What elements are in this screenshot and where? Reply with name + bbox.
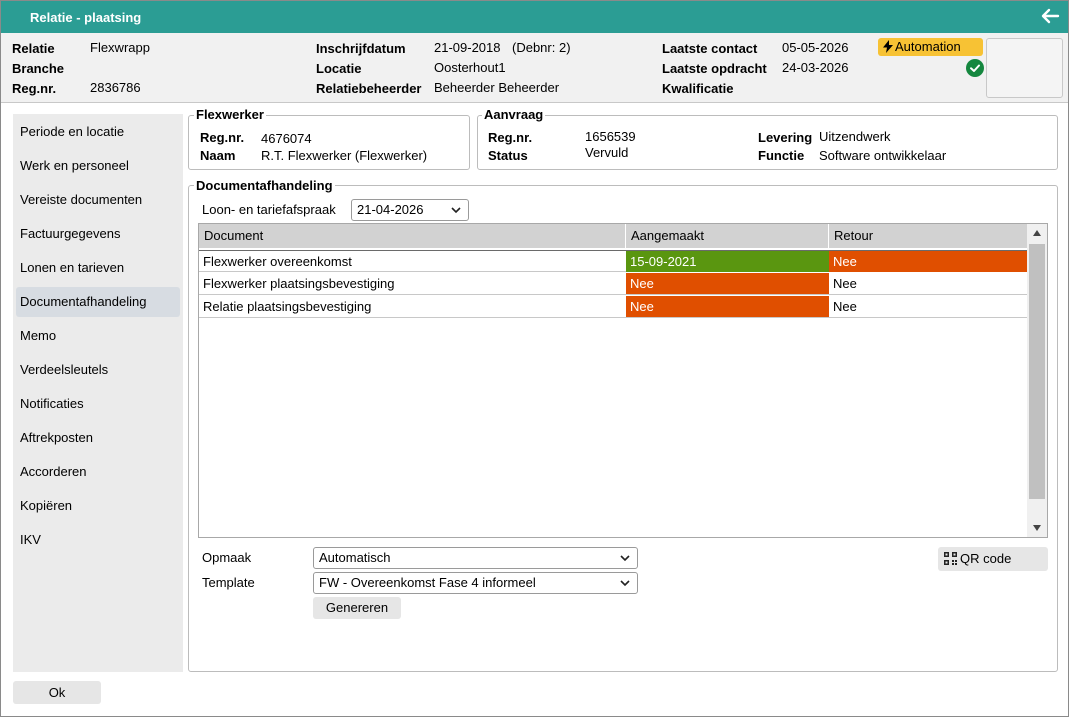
flexwerker-regnr-label: Reg.nr. [200,130,245,145]
sidebar-item-factuurgegevens[interactable]: Factuurgegevens [16,219,180,249]
opmaak-label: Opmaak [202,550,252,565]
scroll-up-icon[interactable] [1033,230,1041,236]
laatste-contact-value: 05-05-2026 [782,40,849,55]
relatie-label: Relatie [12,41,55,56]
aanvraag-status-label: Status [488,148,528,163]
aanvraag-legend: Aanvraag [482,107,546,122]
sidebar-item-werk-en-personeel[interactable]: Werk en personeel [16,151,180,181]
sidebar-item-memo[interactable]: Memo [16,321,180,351]
laatste-opdracht-label: Laatste opdracht [662,61,767,76]
scrollbar-thumb[interactable] [1029,244,1045,499]
column-header-document[interactable]: Document [199,224,626,248]
column-header-aangemaakt[interactable]: Aangemaakt [626,224,829,248]
loon-tariefafspraak-select[interactable]: 21-04-2026 [351,199,469,221]
flexwerker-naam-value: R.T. Flexwerker (Flexwerker) [261,148,428,163]
branche-label: Branche [12,61,65,76]
table-row[interactable]: Flexwerker overeenkomst 15-09-2021 Nee [199,250,1027,272]
qr-code-button[interactable]: QR code [938,547,1048,571]
photo-placeholder[interactable] [986,38,1063,98]
locatie-label: Locatie [316,61,362,76]
table-row[interactable]: Flexwerker plaatsingsbevestiging Nee Nee [199,273,1027,295]
flexwerker-naam-label: Naam [200,148,236,163]
lightning-icon [883,40,893,53]
cell-document: Flexwerker plaatsingsbevestiging [203,276,395,291]
automation-badge: Automation [878,38,983,56]
regnr-label: Reg.nr. [12,81,57,96]
aanvraag-regnr-label: Reg.nr. [488,130,533,145]
scroll-down-icon[interactable] [1033,525,1041,531]
loon-tariefafspraak-value: 21-04-2026 [357,202,424,217]
locatie-value: Oosterhout1 [434,60,506,75]
cell-aangemaakt: Nee [626,273,829,294]
template-value: FW - Overeenkomst Fase 4 informeel [319,575,536,590]
ok-button[interactable]: Ok [13,681,101,704]
window-title: Relatie - plaatsing [30,10,142,25]
kwalificatie-label: Kwalificatie [662,81,734,96]
debnr-value: (Debnr: 2) [512,40,571,55]
sidebar-item-kopieren[interactable]: Kopiëren [16,491,180,521]
chevron-down-icon [451,207,461,214]
relatie-value: Flexwrapp [90,40,150,55]
cell-retour: Nee [833,276,857,291]
relatiebeheerder-value: Beheerder Beheerder [434,80,560,95]
sidebar-nav: Periode en locatie Werk en personeel Ver… [13,114,183,672]
sidebar-item-notificaties[interactable]: Notificaties [16,389,180,419]
template-select[interactable]: FW - Overeenkomst Fase 4 informeel [313,572,638,594]
aanvraag-status-value: Vervuld [585,145,629,160]
sidebar-item-vereiste-documenten[interactable]: Vereiste documenten [16,185,180,215]
opmaak-select[interactable]: Automatisch [313,547,638,569]
header-info-panel: Relatie Flexwrapp Branche Reg.nr. 283678… [1,33,1068,103]
opmaak-value: Automatisch [319,550,391,565]
relatiebeheerder-label: Relatiebeheerder [316,81,422,96]
qr-code-button-label: QR code [960,551,1012,566]
cell-retour: Nee [829,251,1027,272]
sidebar-item-lonen-en-tarieven[interactable]: Lonen en tarieven [16,253,180,283]
sidebar-item-verdeelsleutels[interactable]: Verdeelsleutels [16,355,180,385]
sidebar-item-accorderen[interactable]: Accorderen [16,457,180,487]
genereren-button-label: Genereren [325,600,389,615]
cell-document: Relatie plaatsingsbevestiging [203,299,372,314]
table-row[interactable]: Relatie plaatsingsbevestiging Nee Nee [199,296,1027,318]
inschrijfdatum-label: Inschrijfdatum [316,41,406,56]
cell-retour: Nee [833,299,857,314]
chevron-down-icon [620,580,630,587]
back-arrow-icon[interactable] [1040,6,1060,26]
flexwerker-legend: Flexwerker [194,107,266,122]
sidebar-item-documentafhandeling[interactable]: Documentafhandeling [16,287,180,317]
laatste-opdracht-value: 24-03-2026 [782,60,849,75]
cell-aangemaakt: 15-09-2021 [626,251,829,272]
regnr-value: 2836786 [90,80,141,95]
inschrijfdatum-value: 21-09-2018 [434,40,501,55]
check-circle-icon [966,59,984,77]
dialog-window: Relatie - plaatsing Relatie Flexwrapp Br… [0,0,1069,717]
grid-header: Document Aangemaakt Retour [199,224,1027,248]
title-bar: Relatie - plaatsing [1,1,1068,33]
loon-tariefafspraak-label: Loon- en tariefafspraak [202,202,336,217]
chevron-down-icon [620,555,630,562]
laatste-contact-label: Laatste contact [662,41,758,56]
aanvraag-functie-value: Software ontwikkelaar [819,148,947,163]
sidebar-item-ikv[interactable]: IKV [16,525,180,555]
template-label: Template [202,575,255,590]
aanvraag-functie-label: Functie [758,148,805,163]
ok-button-label: Ok [48,685,66,700]
aanvraag-regnr-value: 1656539 [585,129,636,144]
sidebar-item-periode-en-locatie[interactable]: Periode en locatie [16,117,180,147]
vertical-scrollbar[interactable] [1027,224,1047,537]
documents-grid: Document Aangemaakt Retour Flexwerker ov… [198,223,1048,538]
sidebar-item-aftrekposten[interactable]: Aftrekposten [16,423,180,453]
column-header-retour[interactable]: Retour [829,224,1027,248]
aanvraag-levering-value: Uitzendwerk [819,129,891,144]
cell-aangemaakt: Nee [626,296,829,317]
automation-badge-label: Automation [895,39,961,54]
genereren-button[interactable]: Genereren [313,597,401,619]
flexwerker-regnr-value: 4676074 [261,131,312,146]
qr-code-icon [944,552,957,565]
documentafhandeling-legend: Documentafhandeling [194,178,335,193]
cell-document: Flexwerker overeenkomst [203,254,352,269]
aanvraag-levering-label: Levering [758,130,813,145]
